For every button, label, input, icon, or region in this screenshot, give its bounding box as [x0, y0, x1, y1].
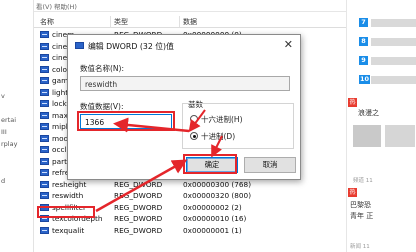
screen: v ertai III rplay d 看(V) 帮助(H) 名称 类型 数据 … — [0, 0, 416, 252]
annotation-overlay — [77, 109, 237, 213]
arrow-to-ok — [95, 159, 188, 213]
arrow-to-decimal — [188, 109, 206, 133]
arrow-down-to-ok — [211, 135, 223, 158]
highlight-ok-box — [183, 154, 237, 174]
